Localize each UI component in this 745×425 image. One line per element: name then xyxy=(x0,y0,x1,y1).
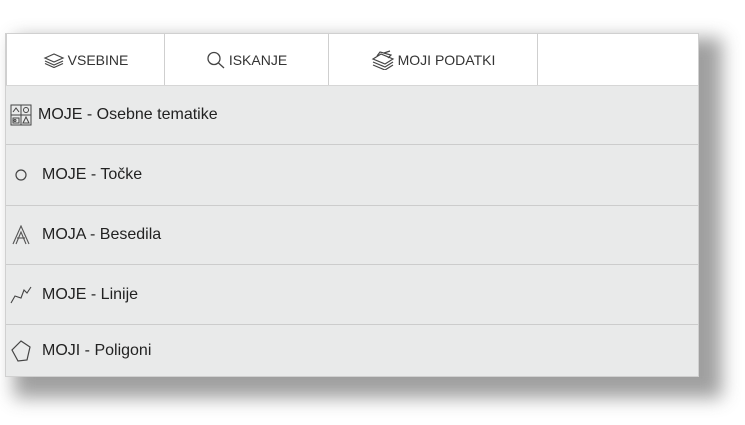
layer-label: MOJE - Točke xyxy=(42,166,143,183)
tab-moji-podatki[interactable]: MOJI PODATKI xyxy=(329,34,538,85)
layer-label: MOJE - Osebne tematike xyxy=(38,106,218,123)
tab-iskanje[interactable]: ISKANJE xyxy=(165,34,329,85)
layer-item-linije[interactable]: MOJE - Linije xyxy=(6,265,698,325)
layers-icon xyxy=(43,52,65,68)
tab-bar: VSEBINE ISKANJE MOJI PODATKI xyxy=(6,34,698,86)
my-data-panel: VSEBINE ISKANJE MOJI PODATKI MOJE - Oseb… xyxy=(5,33,699,377)
layer-item-poligoni[interactable]: MOJI - Poligoni xyxy=(6,325,698,377)
tab-label: VSEBINE xyxy=(67,51,129,68)
tab-label: ISKANJE xyxy=(228,51,288,68)
layer-item-tocke[interactable]: MOJE - Točke xyxy=(6,145,698,206)
layer-label: MOJE - Linije xyxy=(42,285,139,303)
point-icon xyxy=(10,168,32,182)
search-icon xyxy=(206,51,226,69)
tab-label: MOJI PODATKI xyxy=(397,51,496,68)
text-icon xyxy=(10,225,32,245)
thematic-map-icon xyxy=(10,104,32,126)
layer-label: MOJA - Besedila xyxy=(42,226,162,243)
layer-item-osebne-tematike[interactable]: MOJE - Osebne tematike xyxy=(6,86,698,145)
layer-item-besedila[interactable]: MOJA - Besedila xyxy=(6,206,698,265)
polygon-icon xyxy=(10,340,32,362)
stacked-layers-icon xyxy=(371,49,395,70)
polyline-icon xyxy=(10,285,32,305)
layer-label: MOJI - Poligoni xyxy=(42,342,152,359)
tab-vsebine[interactable]: VSEBINE xyxy=(6,34,165,85)
